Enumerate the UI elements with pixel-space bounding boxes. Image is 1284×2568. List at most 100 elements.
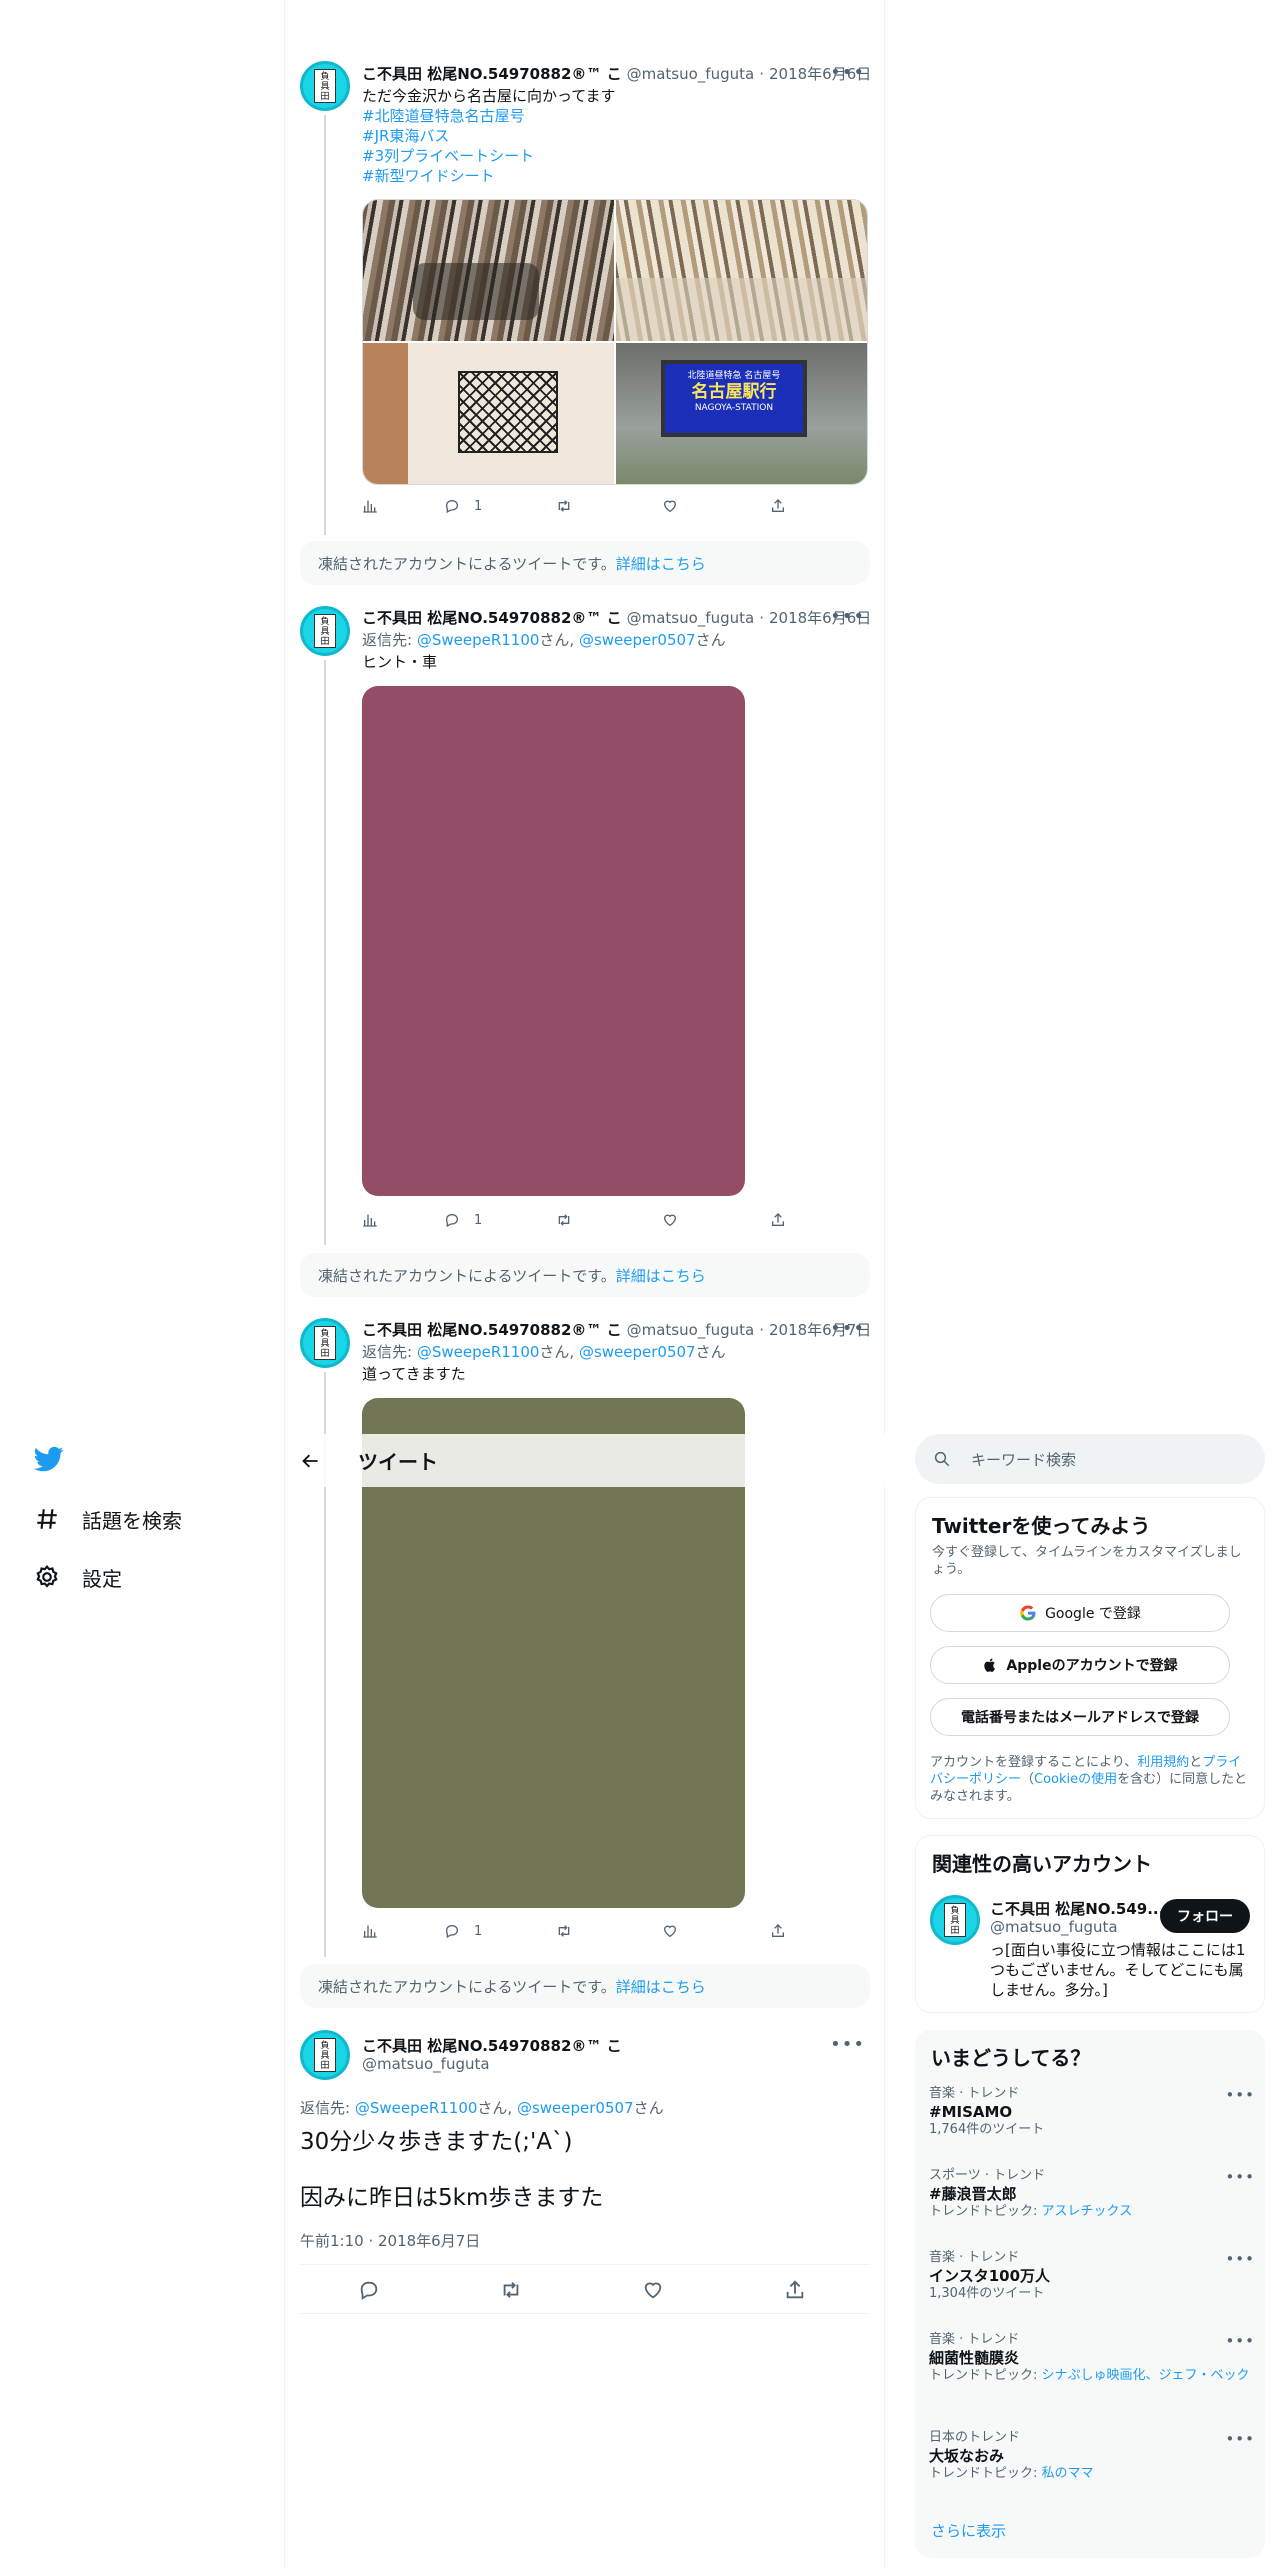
handle[interactable]: @matsuo_fuguta — [627, 1320, 755, 1340]
related-handle[interactable]: @matsuo_fuguta — [990, 1918, 1118, 1936]
handle[interactable]: @matsuo_fuguta — [627, 64, 755, 84]
avatar[interactable]: 負具田 — [300, 2030, 350, 2080]
tweet-header: こ不具田 松尾NO.54970882®™ こ @matsuo_fuguta · … — [362, 608, 871, 628]
share-icon — [772, 1213, 784, 1226]
show-more-link[interactable]: さらに表示 — [931, 2520, 1006, 2541]
photo-bus-seat-closeup[interactable] — [616, 200, 867, 341]
google-logo-icon — [1020, 1605, 1036, 1621]
like-button[interactable] — [662, 498, 678, 514]
sign-line-route: 北陸道昼特急 名古屋号 — [687, 370, 781, 381]
reply-user-link[interactable]: @SweepeR1100 — [417, 1343, 540, 1361]
twitter-bird-icon[interactable] — [32, 1444, 66, 1474]
heart-icon[interactable] — [642, 2279, 664, 2301]
hashtag-link[interactable]: #新型ワイドシート — [362, 166, 616, 186]
trend-item[interactable]: 日本のトレンド 大坂なおみ トレンドトピック: 私のママ ••• — [929, 2430, 1255, 2482]
related-name[interactable]: こ不具田 松尾NO.549... — [990, 1898, 1164, 1919]
avatar[interactable]: 負具田 — [300, 606, 350, 656]
photo-destination-sign[interactable]: 北陸道昼特急 名古屋号 名古屋駅行 NAGOYA-STATION — [616, 343, 867, 484]
reply-user-link[interactable]: @SweepeR1100 — [355, 2099, 478, 2117]
retweet-icon[interactable] — [500, 2279, 522, 2301]
retweet-button[interactable] — [556, 1923, 572, 1939]
like-button[interactable] — [662, 1923, 678, 1939]
trend-item[interactable]: 音楽 · トレンド 細菌性髄膜炎 トレンドトピック: シナぷしゅ映画化、ジェフ・… — [929, 2332, 1255, 2384]
search-box[interactable]: キーワード検索 — [915, 1434, 1265, 1484]
reply-icon[interactable] — [358, 2279, 380, 2301]
analytics-button[interactable] — [362, 498, 378, 514]
apple-signup-button[interactable]: Appleのアカウントで登録 — [930, 1646, 1230, 1684]
display-name[interactable]: こ不具田 松尾NO.54970882®™ こ — [362, 64, 622, 84]
destination-sign-panel: 北陸道昼特急 名古屋号 名古屋駅行 NAGOYA-STATION — [661, 359, 807, 438]
trend-topic-link[interactable]: 私のママ — [1042, 2466, 1094, 2481]
reply-user-link[interactable]: @SweepeR1100 — [417, 631, 540, 649]
reply-button[interactable]: 1 — [444, 1923, 482, 1939]
trend-topic-link[interactable]: アスレチックス — [1042, 2204, 1133, 2219]
phone-email-signup-button[interactable]: 電話番号またはメールアドレスで登録 — [930, 1698, 1230, 1736]
trend-topic-link[interactable]: シナぷしゅ映画化、ジェフ・ベック — [1042, 2368, 1250, 2383]
more-options-icon[interactable]: ••• — [830, 62, 865, 83]
avatar[interactable]: 負具田 — [300, 61, 350, 111]
more-options-icon[interactable]: ••• — [830, 1318, 865, 1339]
more-options-icon[interactable]: ••• — [1225, 2086, 1255, 2104]
display-name[interactable]: こ不具田 松尾NO.54970882®™ こ — [362, 1320, 622, 1340]
avatar[interactable]: 負具田 — [300, 1318, 350, 1368]
tweet-media[interactable] — [362, 686, 745, 1196]
google-signup-button[interactable]: Google で登録 — [930, 1594, 1230, 1632]
avatar[interactable]: 負具田 — [930, 1895, 980, 1945]
share-button[interactable] — [770, 1923, 786, 1939]
photo-seat-net-pocket[interactable] — [363, 343, 614, 484]
analytics-icon — [363, 500, 377, 513]
hashtag-link[interactable]: #JR東海バス — [362, 126, 616, 146]
back-arrow-icon[interactable] — [301, 1451, 321, 1471]
tweet-timestamp[interactable]: 午前1:10 · 2018年6月7日 — [300, 2230, 480, 2251]
reply-button[interactable]: 1 — [444, 498, 482, 514]
reply-button[interactable]: 1 — [444, 1212, 482, 1228]
reply-count: 1 — [474, 1212, 483, 1228]
nav-explore[interactable]: 話題を検索 — [34, 1503, 182, 1535]
retweet-button[interactable] — [556, 498, 572, 514]
search-input[interactable]: キーワード検索 — [971, 1449, 1076, 1470]
trend-name: #藤浪晋太郎 — [929, 2185, 1017, 2203]
trend-item[interactable]: 音楽 · トレンド インスタ100万人 1,304件のツイート ••• — [929, 2250, 1255, 2302]
more-options-icon[interactable]: ••• — [1225, 2250, 1255, 2268]
reply-user-link[interactable]: @sweeper0507 — [579, 1343, 696, 1361]
learn-more-link[interactable]: 詳細はこちら — [616, 555, 706, 573]
reply-user-link[interactable]: @sweeper0507 — [579, 631, 696, 649]
display-name[interactable]: こ不具田 松尾NO.54970882®™ こ — [362, 2035, 622, 2056]
trend-item[interactable]: スポーツ · トレンド #藤浪晋太郎 トレンドトピック: アスレチックス ••• — [929, 2168, 1255, 2220]
follow-button[interactable]: フォロー — [1160, 1899, 1250, 1933]
terms-link[interactable]: 利用規約 — [1137, 1755, 1189, 1770]
learn-more-link[interactable]: 詳細はこちら — [616, 1978, 706, 1996]
reply-user-link[interactable]: @sweeper0507 — [517, 2099, 634, 2117]
hashtag-link[interactable]: #北陸道昼特急名古屋号 — [362, 106, 616, 126]
display-name[interactable]: こ不具田 松尾NO.54970882®™ こ — [362, 608, 622, 628]
retweet-button[interactable] — [556, 1212, 572, 1228]
photo-bus-seat[interactable] — [363, 200, 614, 341]
analytics-button[interactable] — [362, 1923, 378, 1939]
trend-meta: 音楽 · トレンド — [929, 2086, 1020, 2101]
more-options-icon[interactable]: ••• — [830, 606, 865, 627]
share-icon[interactable] — [784, 2279, 806, 2301]
nav-settings[interactable]: 設定 — [34, 1561, 122, 1593]
handle[interactable]: @matsuo_fuguta — [627, 608, 755, 628]
share-button[interactable] — [770, 1212, 786, 1228]
trend-sub-text: 1,304件のツイート — [929, 2286, 1045, 2301]
like-button[interactable] — [662, 1212, 678, 1228]
hashtag-link[interactable]: #3列プライベートシート — [362, 146, 616, 166]
nav-settings-label: 設定 — [82, 1566, 122, 1591]
more-options-icon[interactable]: ••• — [830, 2034, 865, 2055]
heart-icon — [663, 1214, 677, 1227]
trend-item[interactable]: 音楽 · トレンド #MISAMO 1,764件のツイート ••• — [929, 2086, 1255, 2138]
more-options-icon[interactable]: ••• — [1225, 2332, 1255, 2350]
more-options-icon[interactable]: ••• — [1225, 2168, 1255, 2186]
more-options-icon[interactable]: ••• — [1225, 2430, 1255, 2448]
suspended-account-notice: 凍結されたアカウントによるツイートです。詳細はこちら — [300, 1253, 870, 1297]
handle[interactable]: @matsuo_fuguta — [362, 2055, 490, 2073]
learn-more-link[interactable]: 詳細はこちら — [616, 1267, 706, 1285]
share-button[interactable] — [770, 498, 786, 514]
hashtag-icon — [37, 1509, 57, 1529]
analytics-button[interactable] — [362, 1212, 378, 1228]
notice-text: 凍結されたアカウントによるツイートです。 — [318, 1978, 616, 1996]
cookie-link[interactable]: Cookieの使用 — [1034, 1772, 1117, 1787]
reply-icon — [445, 499, 459, 514]
trend-meta: スポーツ · トレンド — [929, 2168, 1046, 2183]
